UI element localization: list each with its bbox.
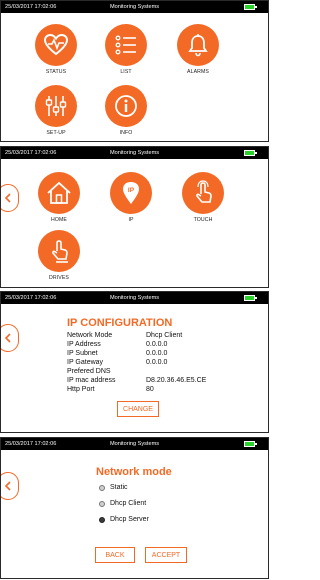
menu-ip-label: IP: [128, 217, 134, 223]
change-button[interactable]: CHANGE: [117, 401, 159, 417]
touch-icon[interactable]: [182, 172, 224, 214]
radio-dhcp-client[interactable]: [99, 500, 105, 507]
menu-home[interactable]: HOME: [35, 172, 83, 223]
status-bar: 25/03/2017 17:02:06 Monitoring Systems: [1, 292, 268, 304]
menu-alarms-label: ALARMS: [187, 69, 209, 75]
menu-status[interactable]: STATUS: [32, 24, 80, 75]
battery-icon: [244, 441, 257, 447]
status-bar: 25/03/2017 17:02:06 Monitoring Systems: [1, 1, 268, 13]
menu-touch[interactable]: TOUCH: [179, 172, 227, 223]
battery-icon: [244, 295, 257, 301]
menu-setup[interactable]: SET-UP: [32, 85, 80, 136]
back-button[interactable]: [1, 472, 19, 500]
radio-dhcp-server[interactable]: [99, 516, 105, 523]
menu-touch-label: TOUCH: [193, 217, 213, 223]
back-text-button[interactable]: BACK: [95, 547, 135, 563]
http-port-label: Http Port: [67, 386, 95, 393]
ip-gateway-label: IP Gateway: [67, 359, 104, 366]
home-icon[interactable]: [38, 172, 80, 214]
chevron-left-icon: [4, 333, 11, 343]
heart-pulse-icon[interactable]: [35, 24, 77, 66]
option-static-label: Static: [110, 484, 128, 491]
mac-address-label: IP mac address: [67, 377, 116, 384]
ip-address-label: IP Address: [67, 341, 101, 348]
network-mode-title: Network mode: [96, 466, 172, 478]
preferred-dns-label: Prefered DNS: [67, 368, 111, 375]
menu-alarms[interactable]: ALARMS: [174, 24, 222, 75]
menu-home-label: HOME: [51, 217, 67, 223]
setup-menu-screen: 25/03/2017 17:02:06 Monitoring Systems H…: [0, 146, 269, 288]
ip-address-value: 0.0.0.0: [146, 341, 168, 348]
menu-list-label: LIST: [120, 69, 132, 75]
option-dhcp-server[interactable]: Dhcp Server: [99, 516, 149, 523]
app-title: Monitoring Systems: [109, 150, 160, 156]
back-button[interactable]: [1, 184, 19, 212]
finger-press-icon[interactable]: [38, 230, 80, 272]
menu-info[interactable]: INFO: [102, 85, 150, 136]
mac-address-value: D8.20.36.46.E5.CE: [146, 377, 207, 384]
app-title: Monitoring Systems: [109, 295, 160, 301]
http-port-value: 80: [146, 386, 154, 393]
ip-pin-icon[interactable]: IP: [110, 172, 152, 214]
menu-info-label: INFO: [119, 130, 133, 136]
ip-gateway-value: 0.0.0.0: [146, 359, 168, 366]
menu-status-label: STATUS: [45, 69, 67, 75]
network-mode-label: Network Mode: [67, 332, 113, 339]
menu-drives[interactable]: DRIVES: [35, 230, 83, 281]
status-bar: 25/03/2017 17:02:06 Monitoring Systems: [1, 438, 268, 450]
ip-config-title: IP CONFIGURATION: [67, 317, 173, 329]
option-static[interactable]: Static: [99, 484, 128, 491]
network-mode-screen: 25/03/2017 17:02:06 Monitoring Systems N…: [0, 437, 269, 579]
accept-button[interactable]: ACCEPT: [145, 547, 187, 563]
battery-icon: [244, 4, 257, 10]
status-bar: 25/03/2017 17:02:06 Monitoring Systems: [1, 147, 268, 159]
radio-static[interactable]: [99, 484, 105, 491]
app-title: Monitoring Systems: [109, 441, 160, 447]
ip-subnet-value: 0.0.0.0: [146, 350, 168, 357]
option-dhcp-client[interactable]: Dhcp Client: [99, 500, 146, 507]
list-icon[interactable]: [105, 24, 147, 66]
chevron-left-icon: [4, 481, 11, 491]
menu-ip[interactable]: IP IP: [107, 172, 155, 223]
ip-subnet-label: IP Subnet: [67, 350, 98, 357]
bell-icon[interactable]: [177, 24, 219, 66]
menu-drives-label: DRIVES: [49, 275, 69, 281]
menu-list[interactable]: LIST: [102, 24, 150, 75]
info-icon[interactable]: [105, 85, 147, 127]
menu-setup-label: SET-UP: [46, 130, 66, 136]
app-title: Monitoring Systems: [109, 4, 160, 10]
battery-icon: [244, 150, 257, 156]
chevron-left-icon: [4, 193, 11, 203]
option-dhcp-server-label: Dhcp Server: [110, 516, 149, 523]
network-mode-value: Dhcp Client: [146, 332, 183, 339]
back-button[interactable]: [1, 324, 19, 352]
option-dhcp-client-label: Dhcp Client: [110, 500, 147, 507]
ip-config-screen: 25/03/2017 17:02:06 Monitoring Systems I…: [0, 291, 269, 433]
sliders-icon[interactable]: [35, 85, 77, 127]
main-menu-screen: 25/03/2017 17:02:06 Monitoring Systems S…: [0, 0, 269, 142]
svg-text:IP: IP: [128, 187, 135, 194]
